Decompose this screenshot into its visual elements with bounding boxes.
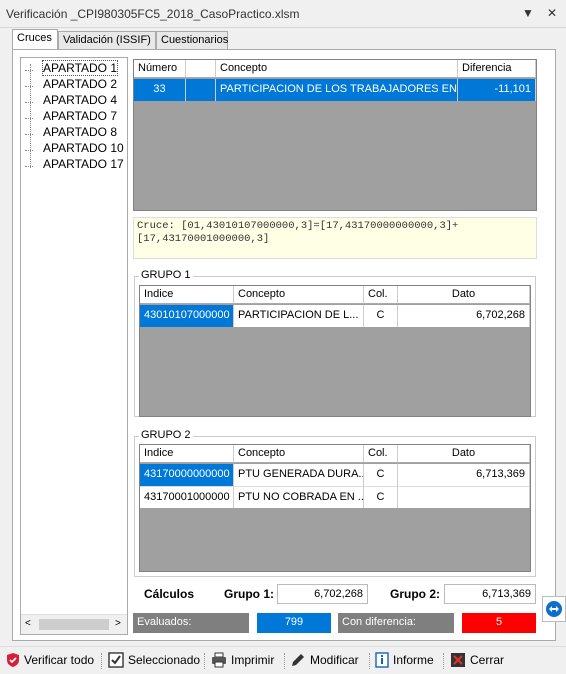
tab-label: Cruces bbox=[17, 32, 52, 44]
header-col[interactable]: Col. bbox=[364, 445, 398, 463]
window-title: Verificación _CPI980305FC5_2018_CasoPrac… bbox=[6, 7, 300, 21]
scroll-thumb[interactable] bbox=[39, 619, 109, 630]
cell-diferencia[interactable]: -11,101 bbox=[458, 79, 536, 101]
tree-branch bbox=[25, 86, 33, 87]
toolbar-separator bbox=[443, 653, 444, 669]
dropdown-icon[interactable]: ▼ bbox=[520, 6, 536, 20]
imprimir-button[interactable]: Imprimir bbox=[211, 652, 274, 668]
imprimir-label: Imprimir bbox=[231, 653, 275, 667]
grupo2-grid[interactable]: Indice Concepto Col. Dato 43170000000000… bbox=[139, 444, 531, 572]
cerrar-button[interactable]: Cerrar bbox=[450, 652, 504, 668]
cell-numero[interactable]: 33 bbox=[134, 79, 186, 101]
close-icon[interactable]: ✕ bbox=[544, 6, 560, 20]
toolbar-separator bbox=[101, 653, 102, 669]
tree-item-apartado-10[interactable]: APARTADO 10 bbox=[43, 141, 124, 155]
side-panel-button[interactable] bbox=[542, 596, 566, 622]
tree-branch bbox=[25, 134, 33, 135]
cell-indice[interactable]: 43010107000000 bbox=[140, 305, 234, 327]
header-blank[interactable] bbox=[186, 60, 216, 78]
cell-concepto[interactable]: PTU NO COBRADA EN ... bbox=[234, 486, 364, 508]
cell-col[interactable]: C bbox=[364, 305, 398, 327]
modificar-button[interactable]: Modificar bbox=[290, 652, 359, 668]
cell-blank[interactable] bbox=[186, 79, 216, 101]
seleccionado-label: Seleccionado bbox=[128, 653, 201, 667]
cell-concepto[interactable]: PARTICIPACION DE LOS TRABAJADORES EN ... bbox=[216, 79, 458, 101]
verificar-todo-label: Verificar todo bbox=[24, 653, 95, 667]
tree-item-apartado-2[interactable]: APARTADO 2 bbox=[43, 77, 117, 91]
tree-branch bbox=[25, 150, 33, 151]
cruce-formula: Cruce: [01,43010107000000,3]=[17,4317000… bbox=[133, 217, 537, 259]
tree-branch bbox=[25, 70, 33, 71]
tree-item-apartado-1[interactable]: APARTADO 1 bbox=[41, 60, 119, 76]
toolbar-separator bbox=[369, 653, 370, 669]
apartados-tree[interactable]: APARTADO 1 APARTADO 2 APARTADO 4 APARTAD… bbox=[20, 57, 128, 635]
tree-branch bbox=[25, 118, 33, 119]
cell-dato[interactable]: 6,702,268 bbox=[398, 305, 530, 327]
tree-branch bbox=[25, 166, 33, 167]
informe-button[interactable]: Informe bbox=[375, 652, 434, 668]
cerrar-label: Cerrar bbox=[470, 653, 505, 667]
grupo1-label: GRUPO 1 bbox=[139, 269, 193, 281]
printer-icon bbox=[212, 652, 226, 668]
header-col[interactable]: Col. bbox=[364, 286, 398, 304]
cell-col[interactable]: C bbox=[364, 486, 398, 508]
tree-item-apartado-4[interactable]: APARTADO 4 bbox=[43, 93, 117, 107]
grupo1-grid[interactable]: Indice Concepto Col. Dato 43010107000000… bbox=[139, 285, 531, 417]
tree-item-apartado-17[interactable]: APARTADO 17 bbox=[43, 157, 124, 171]
tab-cuestionarios[interactable]: Cuestionarios bbox=[156, 31, 228, 49]
grupo1-total-value: 6,702,268 bbox=[277, 584, 368, 604]
seleccionado-button[interactable]: Seleccionado bbox=[108, 652, 200, 668]
info-document-icon bbox=[375, 652, 389, 668]
header-concepto[interactable]: Concepto bbox=[216, 60, 458, 78]
header-dato[interactable]: Dato bbox=[398, 286, 530, 304]
verificar-todo-button[interactable]: Verificar todo bbox=[6, 652, 94, 668]
cruces-grid[interactable]: Número Concepto Diferencia 33 PARTICIPAC… bbox=[133, 59, 537, 211]
tree-connector bbox=[30, 64, 31, 168]
evaluados-value: 799 bbox=[257, 613, 331, 633]
header-indice[interactable]: Indice bbox=[140, 286, 234, 304]
scroll-left-icon[interactable]: < bbox=[25, 618, 31, 629]
evaluados-label: Evaluados: bbox=[133, 613, 249, 633]
toolbar-separator bbox=[204, 653, 205, 669]
cell-concepto[interactable]: PARTICIPACION DE L... bbox=[234, 305, 364, 327]
header-concepto[interactable]: Concepto bbox=[234, 286, 364, 304]
title-bar: Verificación _CPI980305FC5_2018_CasoPrac… bbox=[0, 0, 566, 28]
tree-item-apartado-7[interactable]: APARTADO 7 bbox=[43, 109, 117, 123]
tab-label: Validación (ISSIF) bbox=[63, 34, 151, 46]
con-diferencia-value: 5 bbox=[462, 613, 536, 633]
shield-check-icon bbox=[7, 653, 19, 667]
informe-label: Informe bbox=[393, 653, 434, 667]
cell-dato[interactable] bbox=[398, 486, 530, 508]
tree-branch bbox=[25, 102, 33, 103]
header-dato[interactable]: Dato bbox=[398, 445, 530, 463]
header-concepto[interactable]: Concepto bbox=[234, 445, 364, 463]
swap-arrows-icon bbox=[546, 601, 562, 617]
tree-item-apartado-8[interactable]: APARTADO 8 bbox=[43, 125, 117, 139]
header-numero[interactable]: Número bbox=[134, 60, 186, 78]
pencil-icon bbox=[292, 654, 304, 666]
grupo1-total-label: Grupo 1: bbox=[224, 587, 274, 601]
scroll-right-icon[interactable]: > bbox=[115, 618, 121, 629]
toolbar-separator bbox=[284, 653, 285, 669]
con-diferencia-label: Con diferencia: bbox=[338, 613, 454, 633]
tab-label: Cuestionarios bbox=[161, 34, 229, 46]
cell-indice[interactable]: 43170000000000 bbox=[140, 464, 234, 486]
grupo2-total-value: 6,713,369 bbox=[444, 584, 536, 604]
calculos-label: Cálculos bbox=[144, 587, 195, 601]
tree-horizontal-scrollbar[interactable]: < > bbox=[21, 614, 127, 634]
tab-cruces[interactable]: Cruces bbox=[12, 29, 58, 49]
grupo2-total-label: Grupo 2: bbox=[390, 587, 440, 601]
header-indice[interactable]: Indice bbox=[140, 445, 234, 463]
header-diferencia[interactable]: Diferencia bbox=[458, 60, 536, 78]
cell-concepto[interactable]: PTU GENERADA DURA... bbox=[234, 464, 364, 486]
close-box-icon bbox=[451, 653, 465, 667]
cell-indice[interactable]: 43170001000000 bbox=[140, 486, 234, 508]
checkbox-checked-icon bbox=[108, 652, 124, 668]
grupo2-label: GRUPO 2 bbox=[139, 429, 193, 441]
modificar-label: Modificar bbox=[310, 653, 359, 667]
cell-dato[interactable]: 6,713,369 bbox=[398, 464, 530, 486]
tab-validacion[interactable]: Validación (ISSIF) bbox=[58, 31, 156, 49]
bottom-toolbar: Verificar todo Seleccionado Imprimir Mod… bbox=[0, 646, 566, 674]
cell-col[interactable]: C bbox=[364, 464, 398, 486]
